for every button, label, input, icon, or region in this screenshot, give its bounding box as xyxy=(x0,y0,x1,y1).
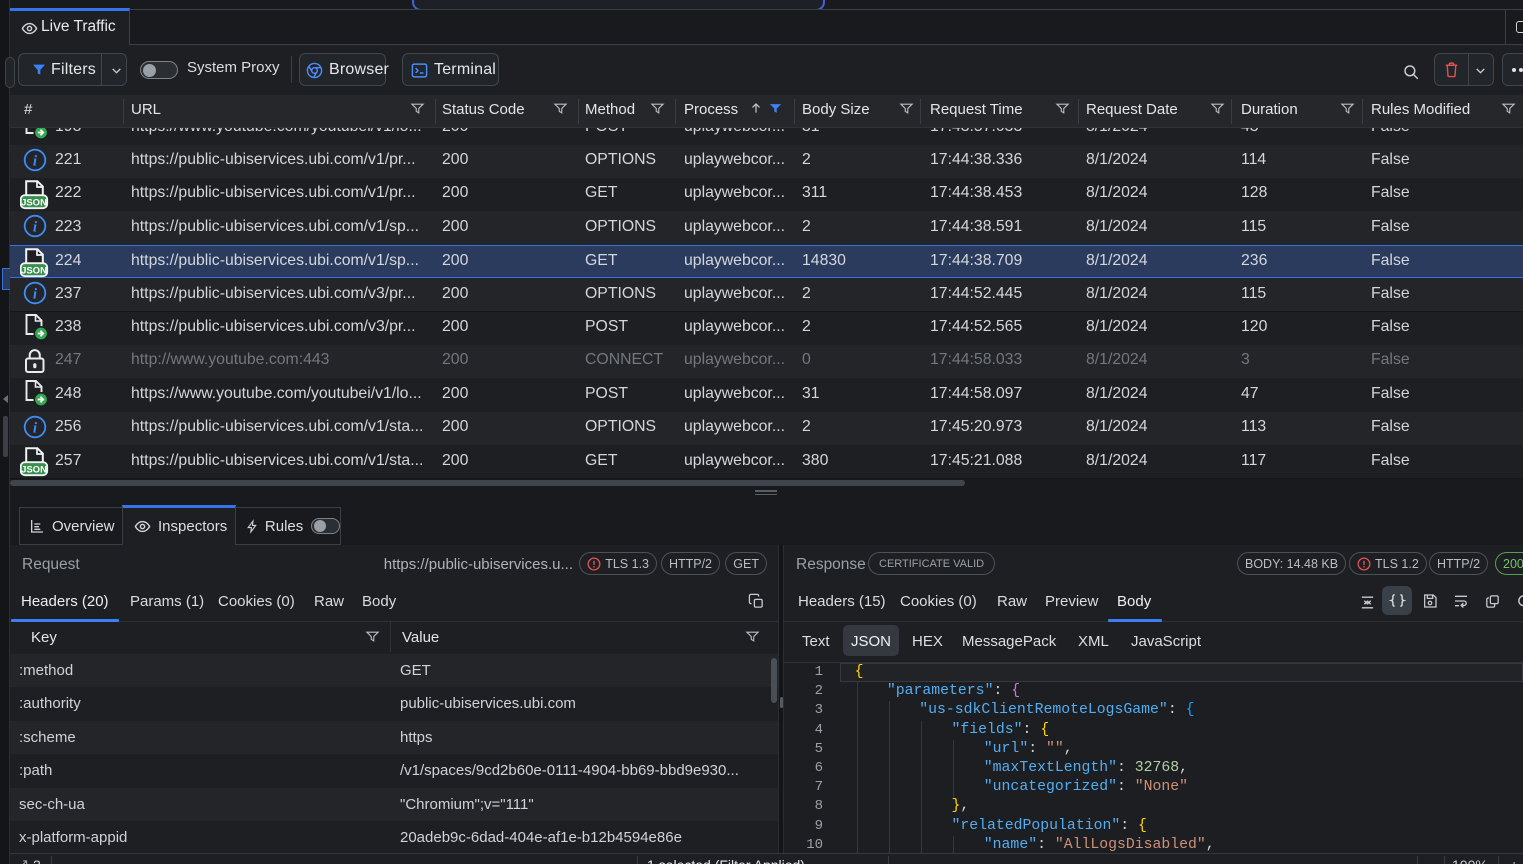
svg-text:JSON: JSON xyxy=(21,265,47,276)
svg-text:i: i xyxy=(33,220,38,236)
svg-text:i: i xyxy=(33,153,38,169)
svg-text:i: i xyxy=(33,420,38,436)
svg-text:JSON: JSON xyxy=(21,197,47,208)
svg-text:JSON: JSON xyxy=(21,464,47,475)
svg-text:i: i xyxy=(33,287,38,303)
